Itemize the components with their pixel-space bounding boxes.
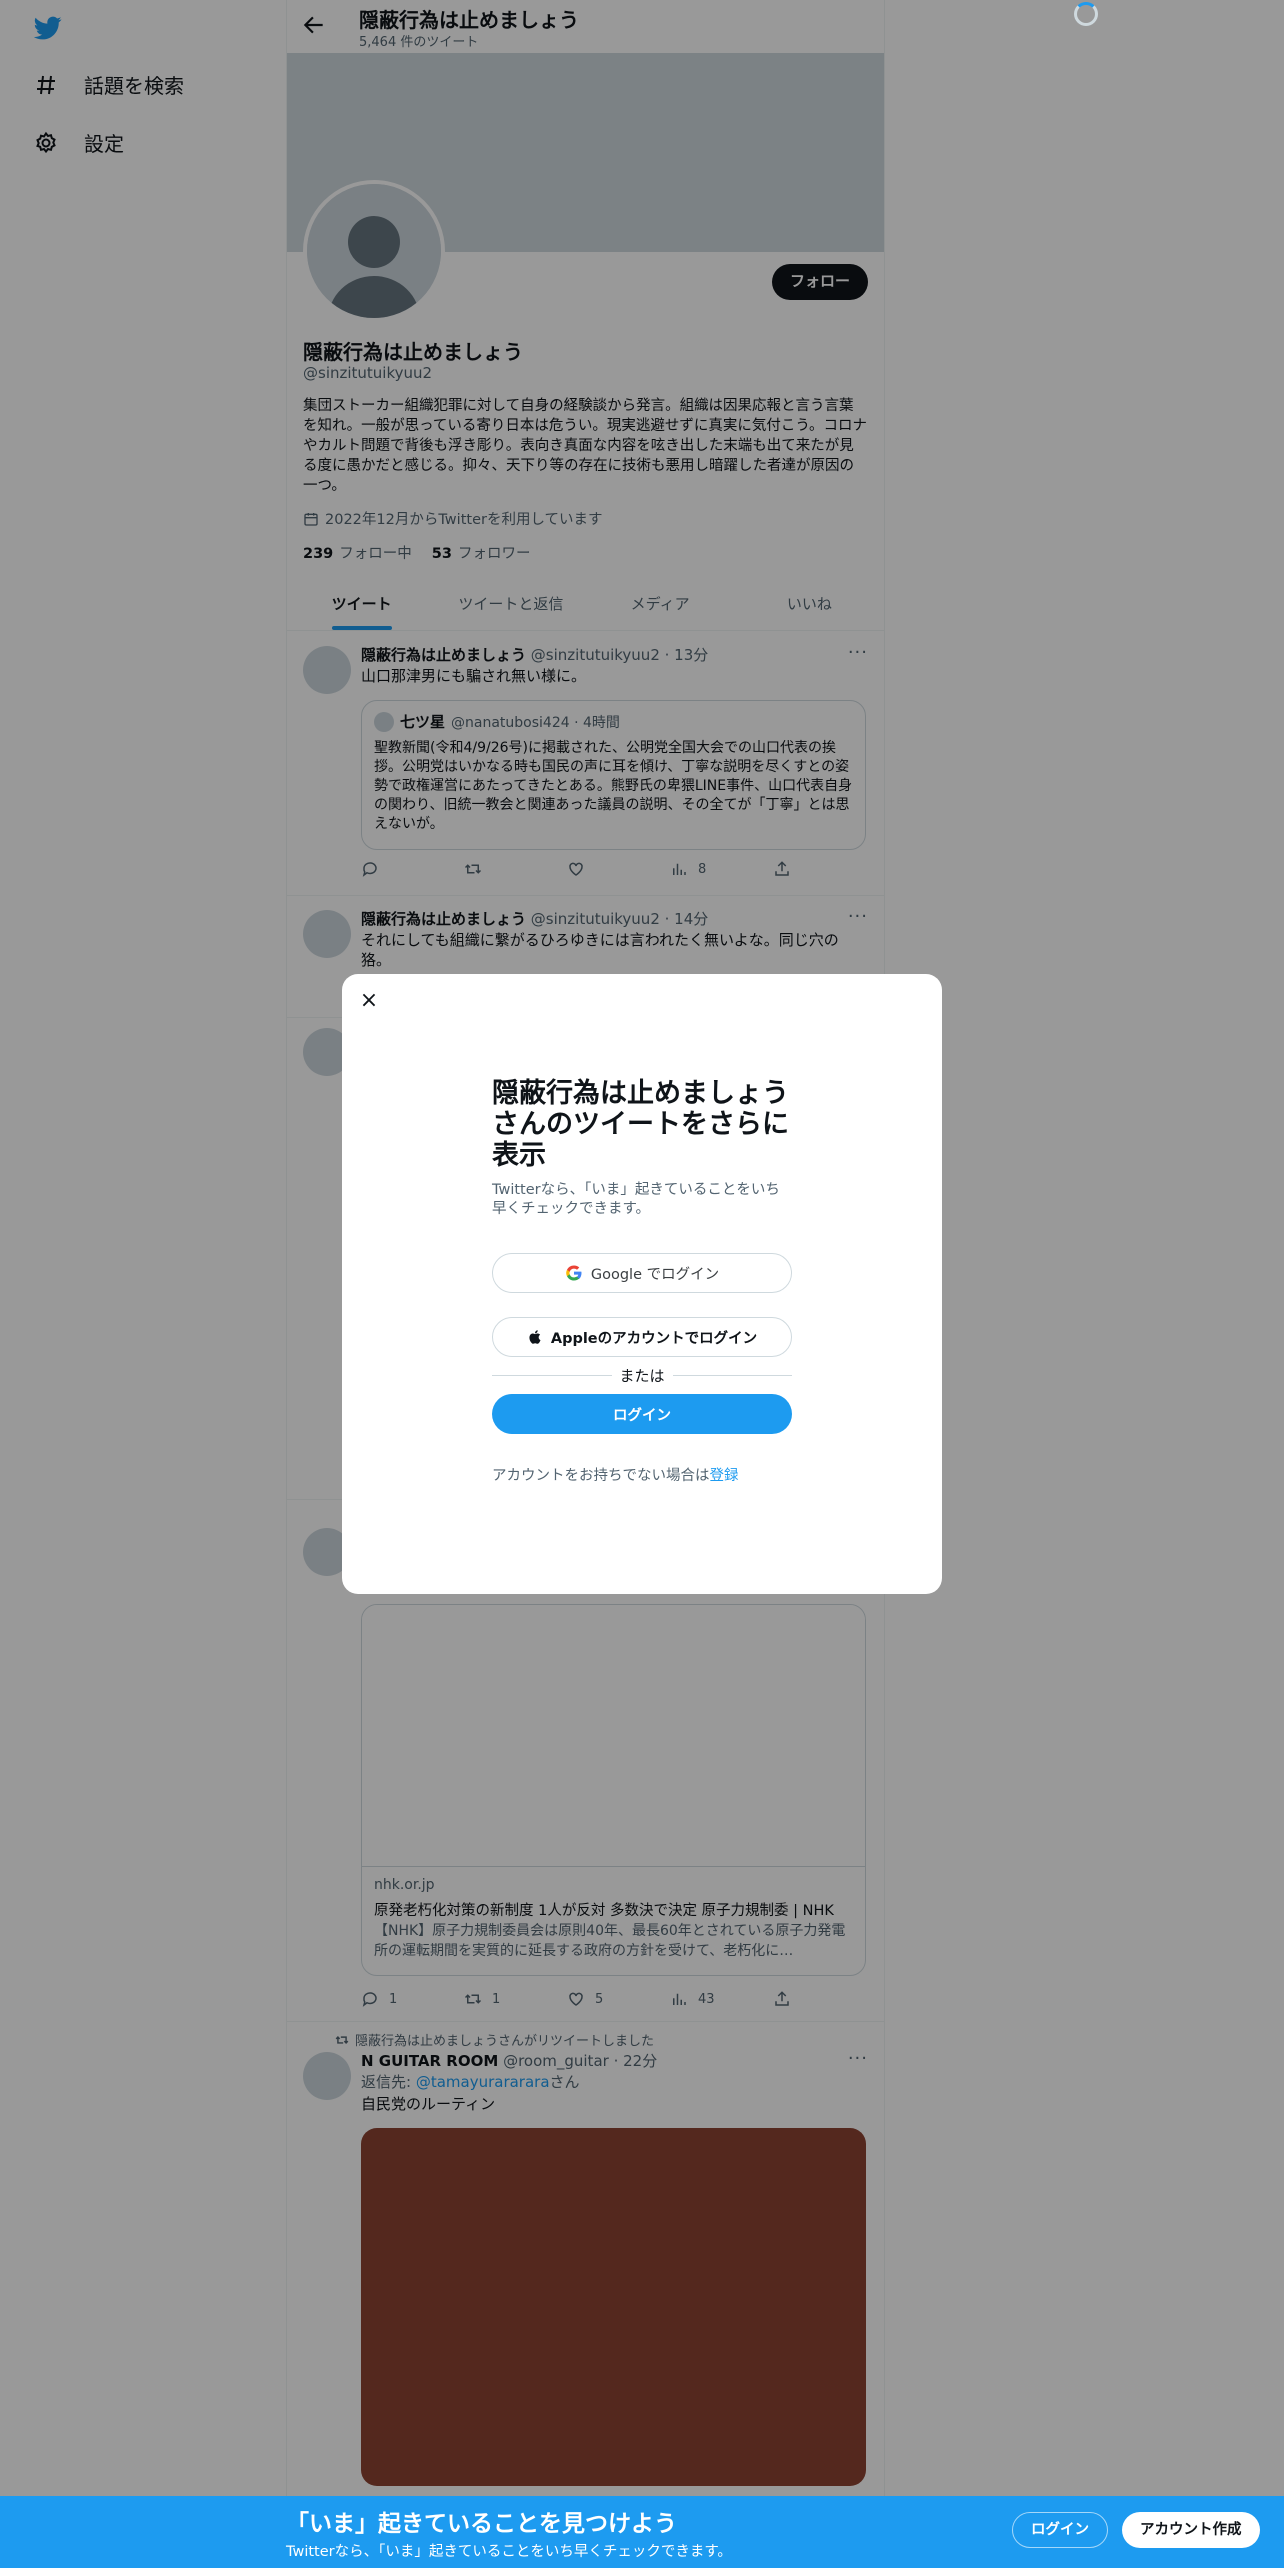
bottom-signup-bar: 「いま」起きていることを見つけよう Twitterなら、「いま」起きていることを… <box>0 2496 1284 2568</box>
no-account-text: アカウントをお持ちでない場合は <box>492 1468 710 1484</box>
modal-title: 隠蔽行為は止めましょうさんのツイートをさらに表示 <box>492 1078 789 1171</box>
bottom-bar-heading: 「いま」起きていることを見つけよう <box>286 2511 677 2537</box>
apple-icon <box>529 1330 541 1344</box>
google-icon <box>566 1265 582 1281</box>
google-login-button[interactable]: Google でログイン <box>492 1253 792 1293</box>
signup-link[interactable]: 登録 <box>710 1468 739 1484</box>
login-button[interactable]: ログイン <box>492 1394 792 1434</box>
page: 話題を検索 設定 隠蔽行為は止めましょう 5,464 件のツイート フォロー 隠… <box>0 0 1284 2568</box>
loading-spinner-icon <box>1074 2 1098 26</box>
bottom-bar-subtitle: Twitterなら、「いま」起きていることをいち早くチェックできます。 <box>286 2544 732 2560</box>
bottom-login-button[interactable]: ログイン <box>1012 2512 1108 2548</box>
login-modal: × 隠蔽行為は止めましょうさんのツイートをさらに表示 Twitterなら、「いま… <box>342 974 942 1594</box>
google-login-label: Google でログイン <box>590 1266 720 1283</box>
apple-login-label: Appleのアカウントでログイン <box>550 1330 758 1347</box>
modal-subtitle: Twitterなら、「いま」起きていることをいち早くチェックできます。 <box>492 1182 780 1217</box>
apple-login-button[interactable]: Appleのアカウントでログイン <box>492 1317 792 1357</box>
or-label: または <box>619 1367 665 1385</box>
signup-prompt: アカウントをお持ちでない場合は登録 <box>492 1464 792 1485</box>
create-account-button[interactable]: アカウント作成 <box>1122 2512 1260 2548</box>
close-icon[interactable]: × <box>354 986 384 1016</box>
or-divider: または <box>492 1365 793 1386</box>
